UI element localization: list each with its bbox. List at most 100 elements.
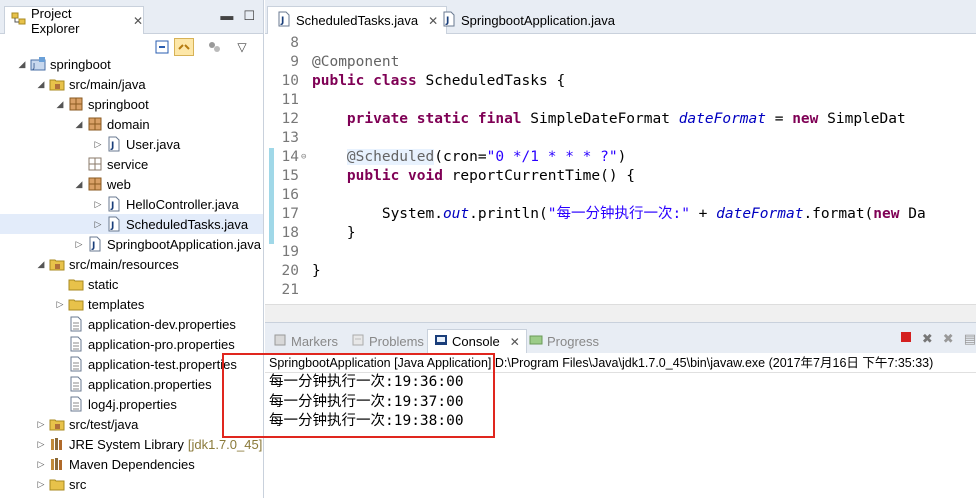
code-editor[interactable]: 8 9 @Component 10 public class ScheduledTask… [265,34,976,322]
tree-item-label: web [107,176,131,192]
code-token: @Component [312,54,400,70]
code-line: 14 ⊖ @Scheduled(cron="0 */1 * * * ?") [265,148,976,167]
tree-item[interactable]: application-pro.properties [0,334,263,354]
tree-item[interactable]: ▷ src [0,474,263,494]
line-number: 12 [281,111,299,127]
collapsed-arrow-icon[interactable]: ▷ [35,419,47,430]
source-folder-icon [49,256,65,272]
remove-all-icon[interactable]: ✖ [943,331,954,347]
expanded-arrow-icon[interactable]: ◢ [35,259,47,270]
expanded-arrow-icon[interactable]: ◢ [54,99,66,110]
library-icon [49,436,65,452]
line-number: 20 [281,263,299,279]
clear-console-icon[interactable]: ▤ [964,331,976,347]
code-line: 13 [265,129,976,148]
collapsed-arrow-icon[interactable]: ▷ [35,459,47,470]
code-line: 11 [265,91,976,110]
expanded-arrow-icon[interactable]: ◢ [35,79,47,90]
tree-item[interactable]: ◢ domain [0,114,263,134]
code-token: new [792,111,819,127]
collapsed-arrow-icon[interactable]: ▷ [92,219,104,230]
console-tab[interactable]: Progress [523,329,605,353]
svg-text:J: J [110,141,114,151]
collapsed-arrow-icon[interactable]: ▷ [73,239,85,250]
collapsed-arrow-icon[interactable]: ▷ [35,479,47,490]
line-number: 14 [281,149,299,165]
code-token: void [408,168,443,184]
console-tab-label: Problems [369,333,424,349]
project-explorer-icon [11,11,27,30]
tab-label: Project Explorer [31,5,80,36]
code-token: ) [617,149,627,165]
tree-item[interactable]: ◢ Jspringboot [0,54,263,74]
tree-item[interactable]: ◢ src/main/resources [0,254,263,274]
line-number: 18 [281,225,299,241]
expanded-arrow-icon[interactable]: ◢ [16,59,28,70]
line-number: 16 [281,187,299,203]
editor-tab[interactable]: J ScheduledTasks.java ✕ [267,6,448,34]
tab-project-explorer[interactable]: Project Explorer ✕ [4,5,144,36]
code-token: static [416,111,470,127]
console-tab[interactable]: Console ✕ [427,329,527,353]
editor-tab[interactable]: J SpringbootApplication.java [433,6,623,34]
tree-item[interactable]: ◢ web [0,174,263,194]
fold-toggle-icon[interactable]: ⊖ [301,148,306,167]
svg-text:J: J [32,62,35,70]
expanded-arrow-icon[interactable]: ◢ [73,119,85,130]
code-token: .println( [469,206,548,222]
tree-item[interactable]: ▷ Maven Dependencies [0,454,263,474]
tree-item-label: springboot [50,56,111,72]
code-line: 16 [265,186,976,205]
tree-item[interactable]: ◢ src/main/java [0,74,263,94]
code-token: SimpleDateFormat [521,111,679,127]
tree-item[interactable]: ◢ springboot [0,94,263,114]
code-token: Da [899,206,926,222]
close-icon[interactable]: ✕ [133,14,143,28]
code-line: 9 @Component [265,53,976,72]
close-icon[interactable]: ✕ [510,335,520,349]
editor-tab-label: ScheduledTasks.java [296,13,419,28]
terminate-icon[interactable] [900,331,912,347]
package-icon [68,96,84,112]
code-token: "0 */1 * * * ?" [486,149,618,165]
code-token: = [766,111,793,127]
collapsed-arrow-icon[interactable]: ▷ [54,299,66,310]
editor-tab-label: SpringbootApplication.java [461,12,615,28]
tree-item-suffix: [jdk1.7.0_45] [187,436,263,452]
collapsed-arrow-icon[interactable]: ▷ [35,439,47,450]
tree-item-label: HelloController.java [126,196,239,212]
tree-item-label: static [88,276,119,292]
remove-launch-icon[interactable]: ✖ [922,331,933,347]
collapsed-arrow-icon[interactable]: ▷ [92,139,104,150]
tree-item[interactable]: ▷ J User.java [0,134,263,154]
tree-item-label: JRE System Library [69,436,184,452]
svg-text:J: J [110,201,114,211]
maximize-icon[interactable]: ☐ [243,8,255,24]
svg-text:J: J [110,221,114,231]
tree-item[interactable]: ▷ J SpringbootApplication.java [0,234,263,254]
console-tab[interactable]: Problems [345,329,430,353]
tree-item[interactable]: ▷ templates [0,294,263,314]
tree-item[interactable]: ▷ J ScheduledTasks.java [0,214,263,234]
tree-item[interactable]: service [0,154,263,174]
expanded-arrow-icon[interactable]: ◢ [73,179,85,190]
line-number: 13 [281,130,299,146]
tree-item-label: application-pro.properties [88,336,235,352]
svg-text:J: J [91,241,95,251]
tree-item[interactable]: application-dev.properties [0,314,263,334]
horizontal-scrollbar[interactable] [265,304,976,322]
package-empty-icon [87,156,103,172]
tree-item-label: domain [107,116,150,132]
problems-icon [351,333,365,350]
markers-icon [273,333,287,350]
tree-item-label: src/test/java [69,416,139,432]
tree-item-label: application-test.properties [88,356,237,372]
tree-item[interactable]: static [0,274,263,294]
console-tab[interactable]: Markers [267,329,344,353]
tree-item[interactable]: ▷ J HelloController.java [0,194,263,214]
collapsed-arrow-icon[interactable]: ▷ [92,199,104,210]
package-icon [87,116,103,132]
highlight-box [222,353,495,438]
code-line: 18 } [265,224,976,243]
minimize-icon[interactable]: ▬ [220,8,233,24]
